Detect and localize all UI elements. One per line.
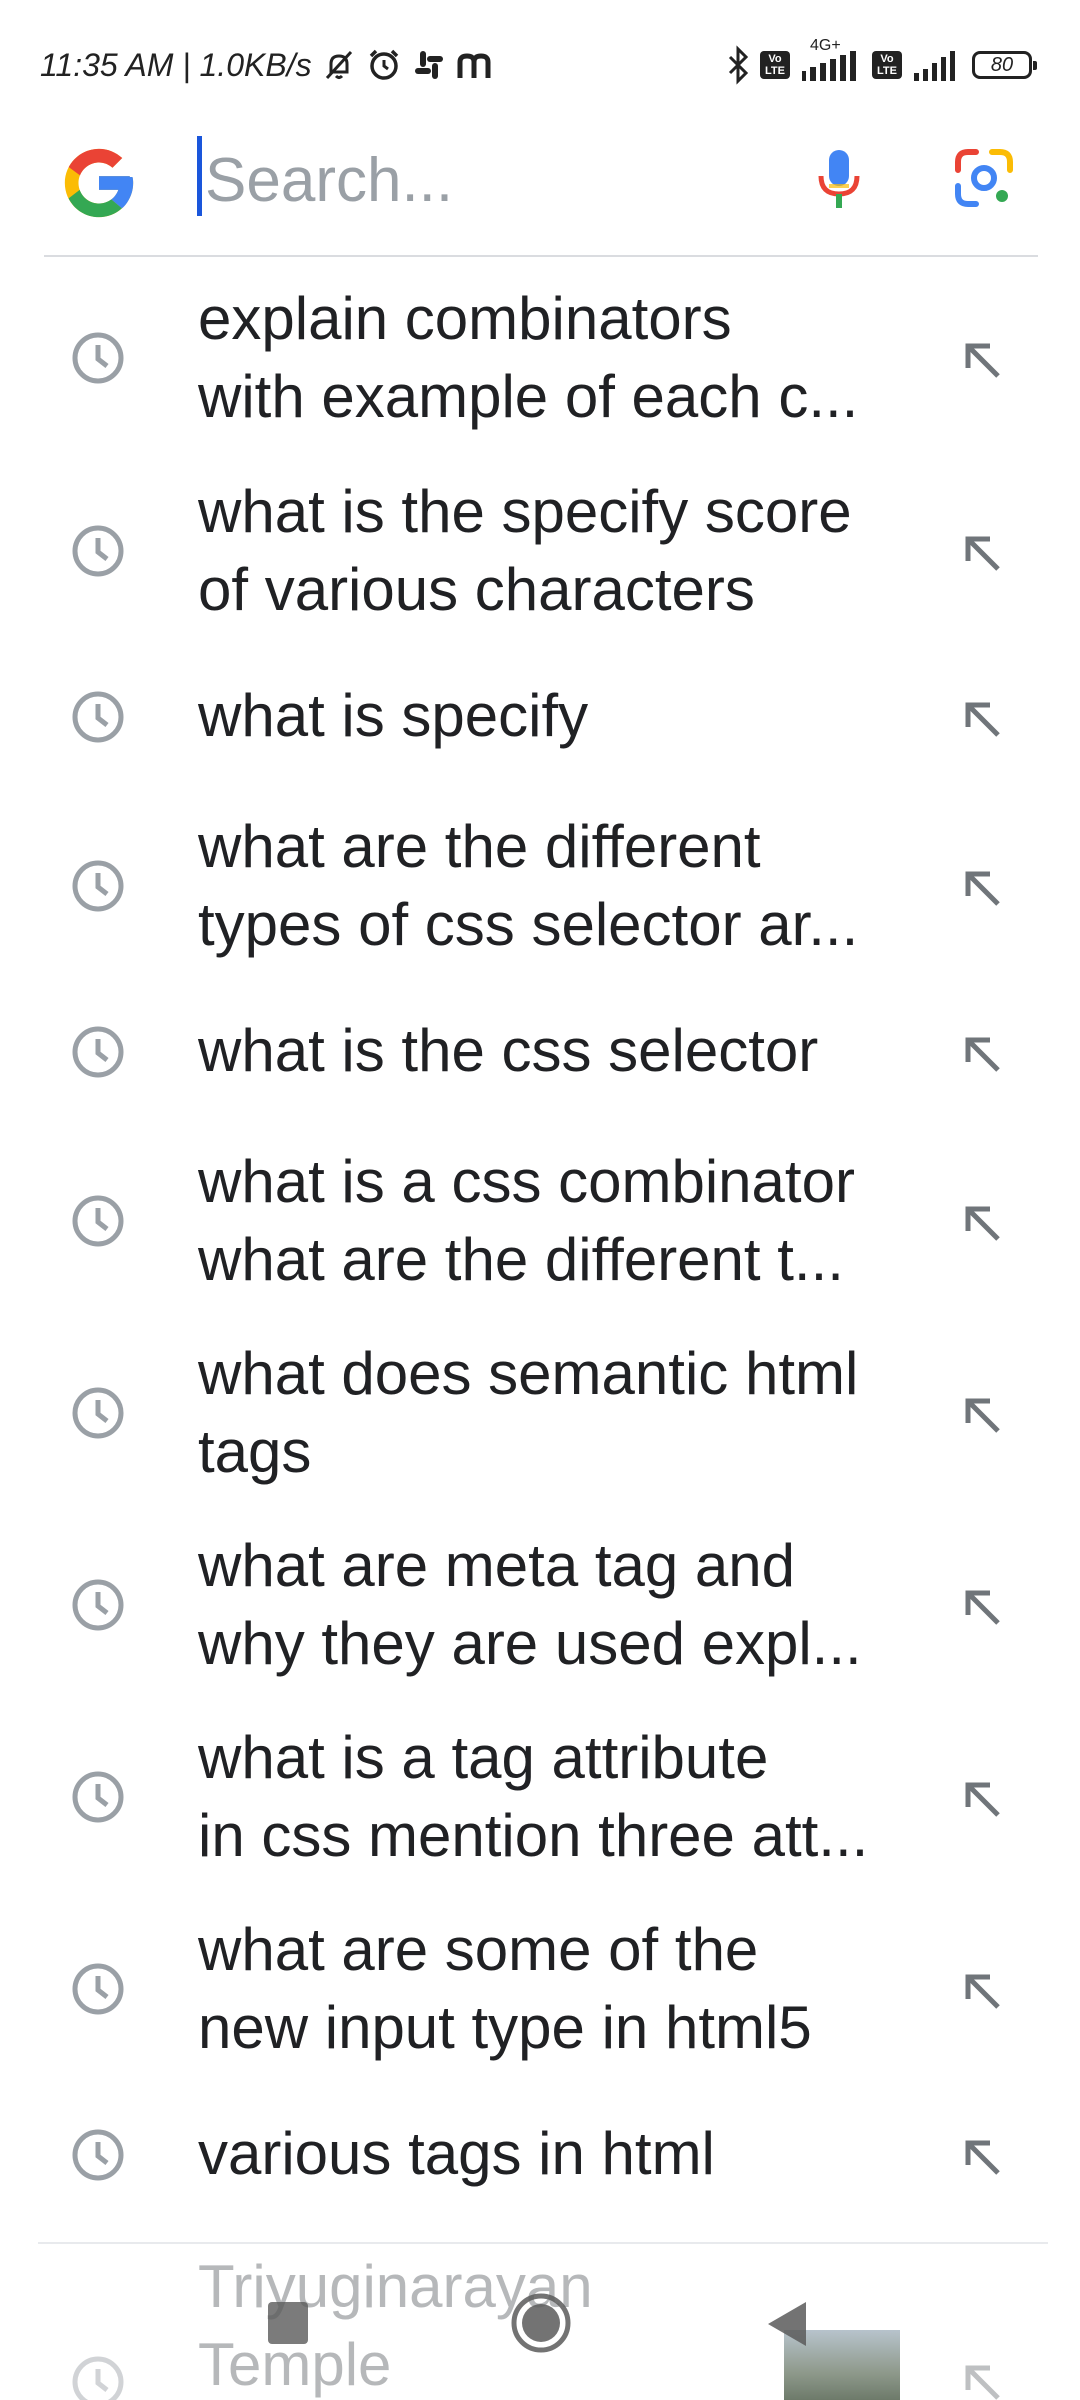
fill-query-arrow-icon[interactable] bbox=[960, 531, 1004, 575]
fill-query-arrow-icon[interactable] bbox=[960, 1393, 1004, 1437]
suggestion-divider bbox=[38, 2242, 1048, 2244]
suggestion-text: what is a tag attribute in css mention t… bbox=[198, 1724, 869, 1869]
suggestion-row[interactable]: what is a css combinator what are the di… bbox=[0, 1143, 1080, 1303]
alarm-icon bbox=[369, 49, 398, 80]
volte-badge: Vo LTE bbox=[760, 51, 790, 79]
battery-level: 80 bbox=[990, 53, 1014, 76]
suggestion-row[interactable]: what are some of the new input type in h… bbox=[0, 1911, 1080, 2071]
fill-query-arrow-icon[interactable] bbox=[960, 338, 1004, 382]
fill-query-arrow-icon[interactable] bbox=[960, 1585, 1004, 1629]
history-clock-icon bbox=[72, 2129, 124, 2181]
suggestion-row[interactable]: what is a tag attribute in css mention t… bbox=[0, 1719, 1080, 1879]
google-lens-icon[interactable] bbox=[952, 146, 1016, 210]
suggestion-row[interactable]: what is the specify score of various cha… bbox=[0, 473, 1080, 633]
suggestion-row[interactable]: various tags in html bbox=[0, 2115, 1080, 2195]
suggestion-row[interactable]: what is the css selector bbox=[0, 1012, 1080, 1092]
suggestion-row[interactable]: what are meta tag and why they are used … bbox=[0, 1527, 1080, 1687]
status-right: Vo LTE 4G+ Vo LTE 80 bbox=[726, 37, 1037, 90]
signal-icon bbox=[802, 51, 856, 81]
suggestion-text: what is a css combinator what are the di… bbox=[198, 1148, 855, 1293]
bluetooth-icon bbox=[728, 45, 749, 85]
bell-off-icon bbox=[325, 50, 352, 80]
signal-icon-2 bbox=[914, 51, 955, 81]
google-logo-icon[interactable] bbox=[58, 142, 140, 224]
suggestion-text: explain combinators with example of each… bbox=[198, 285, 859, 430]
slack-icon bbox=[414, 51, 443, 79]
suggestion-text: what are some of the new input type in h… bbox=[198, 1916, 812, 2061]
fill-query-arrow-icon[interactable] bbox=[960, 2135, 1004, 2179]
fill-query-arrow-icon[interactable] bbox=[960, 1969, 1004, 2013]
fill-query-arrow-icon[interactable] bbox=[960, 1032, 1004, 1076]
suggestion-text: various tags in html bbox=[198, 2120, 715, 2187]
suggestion-row[interactable]: what does semantic html tags bbox=[0, 1335, 1080, 1495]
fill-query-arrow-icon[interactable] bbox=[960, 866, 1004, 910]
search-divider bbox=[44, 255, 1038, 257]
suggestion-text: what are meta tag and why they are used … bbox=[198, 1532, 862, 1677]
status-time: 11:35 AM | 1.0KB/s bbox=[40, 46, 312, 83]
suggestion-text: what is the specify score of various cha… bbox=[198, 478, 852, 623]
signal-strength-1: 4G+ bbox=[800, 37, 862, 85]
history-clock-icon bbox=[72, 860, 124, 912]
history-clock-icon bbox=[72, 1026, 124, 1078]
history-clock-icon bbox=[72, 1579, 124, 1631]
back-button[interactable] bbox=[764, 2300, 810, 2348]
text-caret bbox=[197, 136, 202, 216]
m-icon bbox=[457, 53, 491, 78]
history-clock-icon bbox=[72, 332, 124, 384]
status-left: 11:35 AM | 1.0KB/s bbox=[40, 40, 494, 90]
navigation-bar bbox=[0, 2280, 1080, 2400]
history-clock-icon bbox=[72, 1387, 124, 1439]
status-bar: 11:35 AM | 1.0KB/s Vo LTE 4G+ Vo LTE 80 bbox=[0, 0, 1080, 120]
history-clock-icon bbox=[72, 1195, 124, 1247]
suggestion-row[interactable]: what are the different types of css sele… bbox=[0, 808, 1080, 968]
battery-icon: 80 bbox=[972, 51, 1037, 79]
home-button[interactable] bbox=[510, 2292, 572, 2354]
suggestion-row[interactable]: explain combinators with example of each… bbox=[0, 280, 1080, 440]
suggestion-text: what is the css selector bbox=[198, 1017, 819, 1084]
search-input[interactable] bbox=[205, 140, 785, 220]
suggestion-text: what is specify bbox=[198, 682, 589, 749]
suggestion-text: what does semantic html tags bbox=[198, 1340, 859, 1485]
suggestion-row[interactable]: what is specify bbox=[0, 677, 1080, 757]
volte-badge-2: Vo LTE bbox=[872, 51, 902, 79]
history-clock-icon bbox=[72, 525, 124, 577]
suggestion-text: what are the different types of css sele… bbox=[198, 813, 859, 958]
fill-query-arrow-icon[interactable] bbox=[960, 1777, 1004, 1821]
history-clock-icon bbox=[72, 1963, 124, 2015]
fill-query-arrow-icon[interactable] bbox=[960, 697, 1004, 741]
fill-query-arrow-icon[interactable] bbox=[960, 1201, 1004, 1245]
microphone-icon[interactable] bbox=[814, 148, 864, 210]
history-clock-icon bbox=[72, 1771, 124, 1823]
history-clock-icon bbox=[72, 691, 124, 743]
recent-apps-button[interactable] bbox=[268, 2302, 308, 2344]
